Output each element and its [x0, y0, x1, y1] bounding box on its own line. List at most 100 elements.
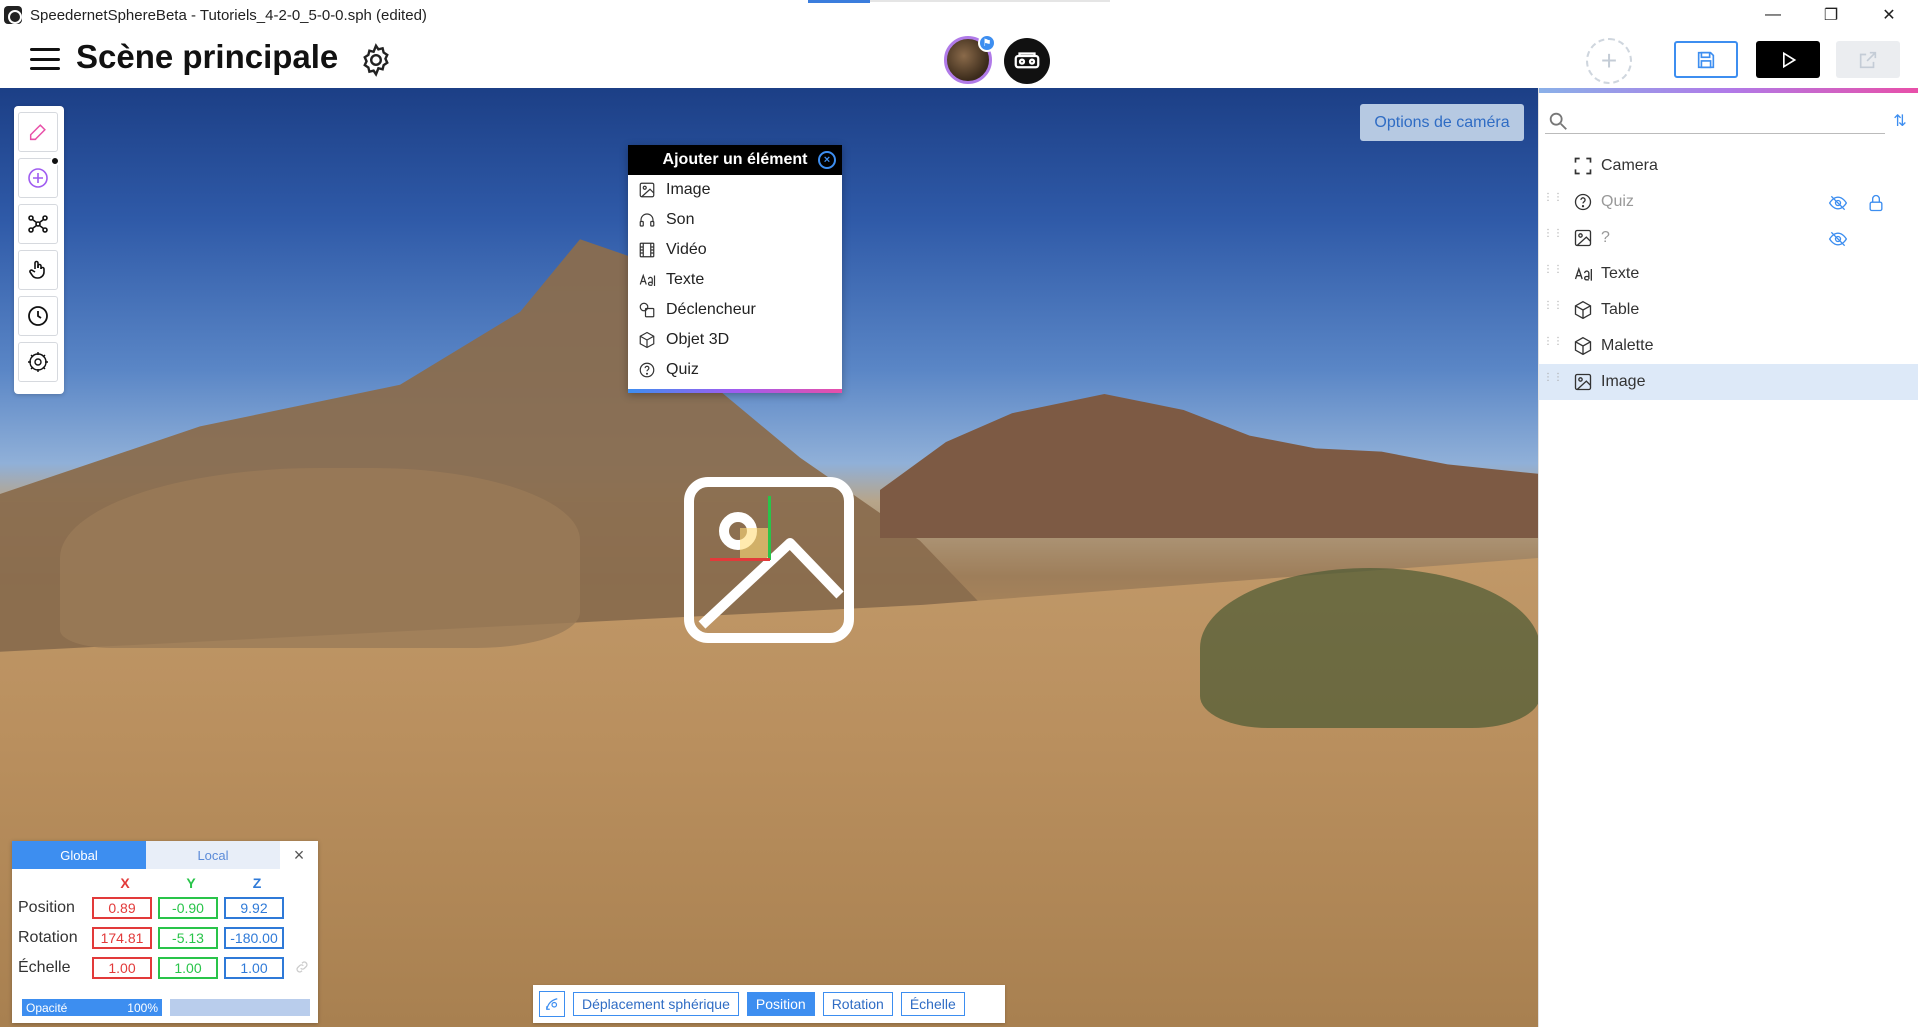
graph-tool-button[interactable] — [18, 204, 58, 244]
search-icon — [1549, 112, 1567, 130]
minimize-button[interactable]: — — [1744, 0, 1802, 30]
edit-tool-button[interactable] — [18, 112, 58, 152]
search-box — [1545, 108, 1885, 134]
list-item-label: Table — [1601, 301, 1640, 318]
interaction-tool-button[interactable] — [18, 250, 58, 290]
tab-global[interactable]: Global — [12, 841, 146, 869]
rotation-y-field[interactable]: -5.13 — [158, 927, 218, 949]
gear-icon — [363, 43, 389, 77]
eye-off-icon — [1828, 195, 1848, 211]
add-quiz-item[interactable]: Quiz — [628, 355, 842, 385]
opacity-slider[interactable]: Opacité 100% — [22, 999, 162, 1016]
pencil-icon — [29, 124, 46, 141]
lock-icon — [1869, 194, 1883, 212]
lock-toggle[interactable] — [1865, 192, 1887, 214]
gizmo-x-axis-handle[interactable] — [710, 558, 770, 561]
drag-handle[interactable]: ⋮⋮ — [1543, 265, 1563, 281]
active-indicator — [50, 156, 60, 166]
mode-rotation-button[interactable]: Rotation — [822, 992, 893, 1016]
gizmo-y-axis-handle[interactable] — [768, 496, 771, 560]
list-item-quiz[interactable]: ⋮⋮ Quiz — [1539, 184, 1918, 220]
close-transform-panel-button[interactable]: × — [280, 841, 318, 869]
camera-frame-icon — [1573, 156, 1593, 176]
scale-x-field[interactable]: 1.00 — [92, 957, 152, 979]
list-item-label: Camera — [1601, 157, 1658, 174]
drag-handle[interactable]: ⋮⋮ — [1543, 193, 1563, 209]
app-header: Scène principale ⚑ + — [0, 30, 1918, 88]
tab-local[interactable]: Local — [146, 841, 280, 869]
menu-item-label: Objet 3D — [666, 331, 730, 348]
rotation-x-field[interactable]: 174.81 — [92, 927, 152, 949]
title-accent-track — [870, 0, 1110, 2]
visibility-toggle[interactable] — [1827, 192, 1849, 214]
settings-tool-button[interactable] — [18, 342, 58, 382]
popup-title: Ajouter un élément — [662, 151, 808, 168]
list-item-unnamed-image[interactable]: ⋮⋮ ? — [1539, 220, 1918, 256]
list-item-malette[interactable]: ⋮⋮ Malette — [1539, 328, 1918, 364]
maximize-button[interactable]: ❐ — [1802, 0, 1860, 30]
export-button[interactable] — [1836, 41, 1900, 78]
mode-spherical-move-button[interactable]: Déplacement sphérique — [573, 992, 739, 1016]
visibility-toggle[interactable] — [1827, 228, 1849, 250]
gear-icon — [28, 352, 48, 372]
sort-button[interactable]: ⇅ — [1889, 110, 1911, 132]
drag-handle[interactable]: ⋮⋮ — [1543, 337, 1563, 353]
vr-headset-button[interactable] — [1004, 38, 1050, 84]
axis-x-label: X — [120, 875, 130, 891]
rotation-z-field[interactable]: -180.00 — [224, 927, 284, 949]
add-participant-button[interactable]: + — [1586, 38, 1632, 84]
save-icon — [1697, 51, 1715, 68]
drag-handle[interactable]: ⋮⋮ — [1543, 229, 1563, 245]
rotation-label: Rotation — [18, 929, 78, 946]
add-element-tool-button[interactable] — [18, 156, 60, 198]
position-x-field[interactable]: 0.89 — [92, 897, 152, 919]
mode-scale-button[interactable]: Échelle — [900, 992, 965, 1016]
list-item-camera[interactable]: Camera — [1539, 148, 1918, 184]
close-popup-button[interactable]: × — [818, 151, 836, 169]
list-item-label: ? — [1601, 229, 1610, 246]
scale-label: Échelle — [18, 959, 71, 976]
gizmo-plane-handle[interactable] — [740, 528, 770, 558]
window-title-bar: SpeedernetSphereBeta - Tutoriels_4-2-0_5… — [0, 0, 1918, 30]
add-image-item[interactable]: Image — [628, 175, 842, 205]
mode-position-button[interactable]: Position — [746, 992, 815, 1016]
drag-handle[interactable]: ⋮⋮ — [1543, 301, 1563, 317]
opacity-track[interactable] — [170, 999, 310, 1016]
play-button[interactable] — [1756, 41, 1820, 78]
image-icon — [1573, 372, 1593, 392]
scene-settings-button[interactable] — [358, 42, 394, 78]
trigger-icon — [638, 301, 656, 319]
list-item-label: Malette — [1601, 337, 1654, 354]
transform-space-tabs: Global Local × — [12, 841, 318, 869]
window-controls: — ❐ ✕ — [1744, 0, 1918, 30]
scale-y-field[interactable]: 1.00 — [158, 957, 218, 979]
list-item-texte[interactable]: ⋮⋮ Texte — [1539, 256, 1918, 292]
menu-icon[interactable] — [30, 48, 60, 70]
add-text-item[interactable]: Texte — [628, 265, 842, 295]
text-icon — [1573, 264, 1593, 284]
list-item-image[interactable]: ⋮⋮ Image — [1539, 364, 1918, 400]
camera-options-button[interactable]: Options de caméra — [1360, 104, 1524, 141]
position-z-field[interactable]: 9.92 — [224, 897, 284, 919]
close-window-button[interactable]: ✕ — [1860, 0, 1918, 30]
add-3d-object-item[interactable]: Objet 3D — [628, 325, 842, 355]
add-sound-item[interactable]: Son — [628, 205, 842, 235]
position-y-field[interactable]: -0.90 — [158, 897, 218, 919]
magnet-snap-button[interactable] — [539, 991, 565, 1017]
timeline-tool-button[interactable] — [18, 296, 58, 336]
list-item-table[interactable]: ⋮⋮ Table — [1539, 292, 1918, 328]
drag-handle[interactable]: ⋮⋮ — [1543, 373, 1563, 389]
search-input[interactable] — [1575, 108, 1875, 132]
cube-icon — [638, 331, 656, 349]
scale-z-field[interactable]: 1.00 — [224, 957, 284, 979]
vr-headset-icon — [1014, 52, 1040, 69]
axis-z-label: Z — [252, 875, 262, 891]
external-link-icon — [1859, 51, 1877, 68]
film-icon — [638, 241, 656, 259]
save-button[interactable] — [1674, 41, 1738, 78]
add-trigger-item[interactable]: Déclencheur — [628, 295, 842, 325]
add-video-item[interactable]: Vidéo — [628, 235, 842, 265]
transform-grid: X Y Z Position 0.89 -0.90 9.92 Rotation … — [12, 869, 318, 983]
link-scale-icon[interactable] — [294, 959, 310, 978]
rotation-row: Rotation 174.81 -5.13 -180.00 — [18, 923, 318, 953]
